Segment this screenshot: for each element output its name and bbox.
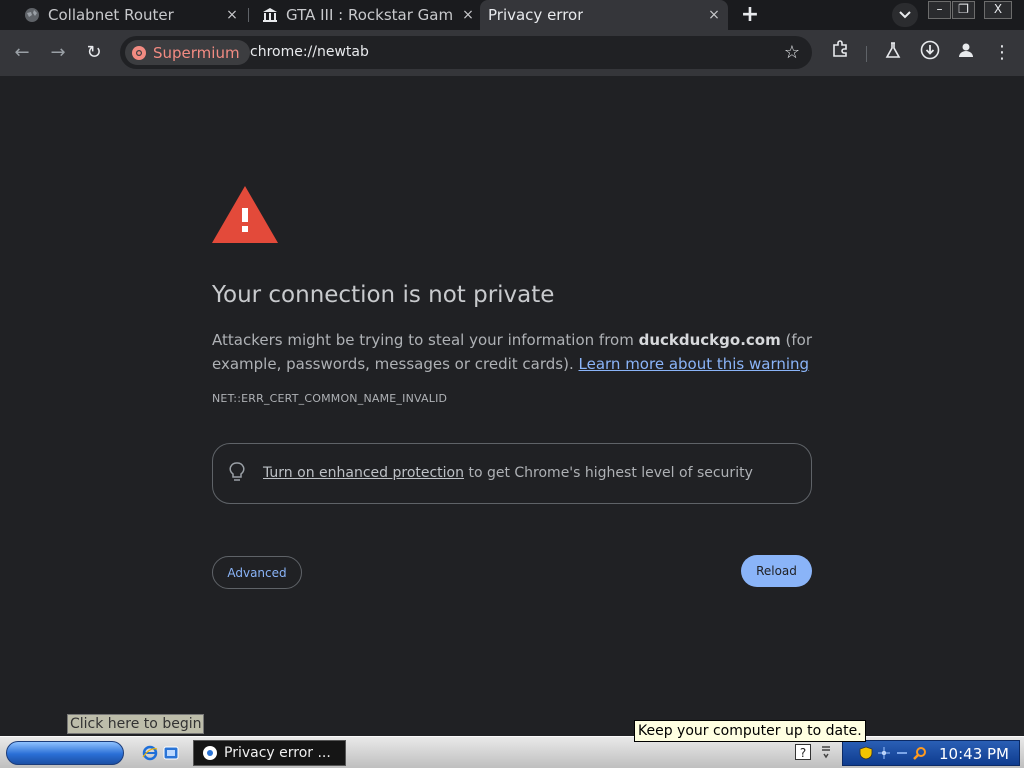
toolbar-divider <box>866 46 867 62</box>
help-icon[interactable]: ? <box>795 744 811 760</box>
enhanced-protection-text: Turn on enhanced protection to get Chrom… <box>263 465 753 481</box>
minimize-button[interactable]: – <box>928 1 951 19</box>
url-text[interactable]: chrome://newtab <box>250 44 369 60</box>
reload-button[interactable]: ↻ <box>81 40 107 66</box>
puzzle-icon <box>833 40 847 57</box>
globe-icon <box>24 7 40 23</box>
tab-divider <box>248 8 249 22</box>
tab-search-button[interactable] <box>892 3 918 27</box>
new-tab-button[interactable]: + <box>738 4 762 26</box>
museum-icon <box>262 7 278 23</box>
forward-button[interactable]: → <box>45 40 71 66</box>
warning-message: Attackers might be trying to steal your … <box>212 328 822 376</box>
close-icon[interactable]: × <box>224 7 240 23</box>
message-prefix: Attackers might be trying to steal your … <box>212 331 639 349</box>
show-desktop-icon[interactable] <box>163 745 179 761</box>
flask-icon <box>885 42 901 58</box>
security-shield-icon[interactable] <box>859 746 873 760</box>
error-code: NET::ERR_CERT_COMMON_NAME_INVALID <box>212 392 448 405</box>
update-balloon[interactable]: Keep your computer up to date. <box>634 720 866 742</box>
back-button[interactable]: ← <box>9 40 35 66</box>
enhanced-protection-banner: Turn on enhanced protection to get Chrom… <box>212 443 812 504</box>
bookmark-star-icon[interactable]: ☆ <box>784 42 800 63</box>
labs-button[interactable] <box>880 40 906 66</box>
taskbar-button-privacy-error[interactable]: Privacy error ... <box>193 740 346 766</box>
start-tooltip: Click here to begin <box>67 714 205 734</box>
extensions-button[interactable] <box>827 40 853 66</box>
clock[interactable]: 10:43 PM <box>939 745 1009 763</box>
tab-gta-iii[interactable]: GTA III : Rockstar Games × <box>252 0 482 30</box>
menu-button[interactable]: ⋮ <box>989 40 1015 66</box>
profile-button[interactable] <box>953 40 979 66</box>
download-button[interactable] <box>917 40 943 66</box>
tab-privacy-error[interactable]: Privacy error × <box>480 0 728 30</box>
lightbulb-icon <box>229 462 245 481</box>
interstitial-page: Your connection is not private Attackers… <box>0 76 1024 736</box>
taskbar-button-label: Privacy error ... <box>224 745 331 761</box>
tab-collabnet-router[interactable]: Collabnet Router × <box>14 0 246 30</box>
supermium-logo-icon <box>132 45 146 60</box>
learn-more-link[interactable]: Learn more about this warning <box>579 355 810 373</box>
network-icon[interactable] <box>877 746 891 760</box>
warning-triangle-icon <box>212 186 278 243</box>
enhanced-protection-suffix: to get Chrome's highest level of securit… <box>464 465 753 481</box>
close-window-button[interactable]: X <box>984 1 1012 19</box>
chevron-down-icon <box>899 11 911 19</box>
address-bar[interactable]: Supermium chrome://newtab ☆ <box>120 36 812 69</box>
expand-tray-icon[interactable] <box>818 744 834 760</box>
close-icon[interactable]: × <box>706 7 722 23</box>
internet-explorer-icon[interactable] <box>142 745 158 761</box>
chip-label: Supermium <box>153 43 240 62</box>
tab-title: GTA III : Rockstar Games <box>286 6 454 24</box>
advanced-button[interactable]: Advanced <box>212 556 302 589</box>
supermium-logo-icon <box>203 746 217 760</box>
page-title: Your connection is not private <box>212 282 555 308</box>
search-icon[interactable] <box>913 746 927 760</box>
domain-name: duckduckgo.com <box>638 331 781 349</box>
taskbar: Privacy error ... ? 10:43 PM <box>0 736 1024 768</box>
start-button[interactable] <box>6 741 124 765</box>
download-icon <box>920 40 940 60</box>
tab-title: Privacy error <box>488 6 584 24</box>
volume-icon[interactable] <box>895 746 909 760</box>
site-chip[interactable]: Supermium <box>125 40 250 65</box>
person-icon <box>959 43 973 57</box>
restore-button[interactable]: ❐ <box>952 1 975 19</box>
tab-strip: Collabnet Router × GTA III : Rockstar Ga… <box>0 0 1024 30</box>
enhanced-protection-link[interactable]: Turn on enhanced protection <box>263 465 464 481</box>
browser-toolbar: ← → ↻ Supermium chrome://newtab ☆ ⋮ <box>0 30 1024 76</box>
system-tray: 10:43 PM <box>842 740 1020 766</box>
close-icon[interactable]: × <box>460 7 476 23</box>
reload-page-button[interactable]: Reload <box>741 555 812 587</box>
tab-title: Collabnet Router <box>48 6 174 24</box>
